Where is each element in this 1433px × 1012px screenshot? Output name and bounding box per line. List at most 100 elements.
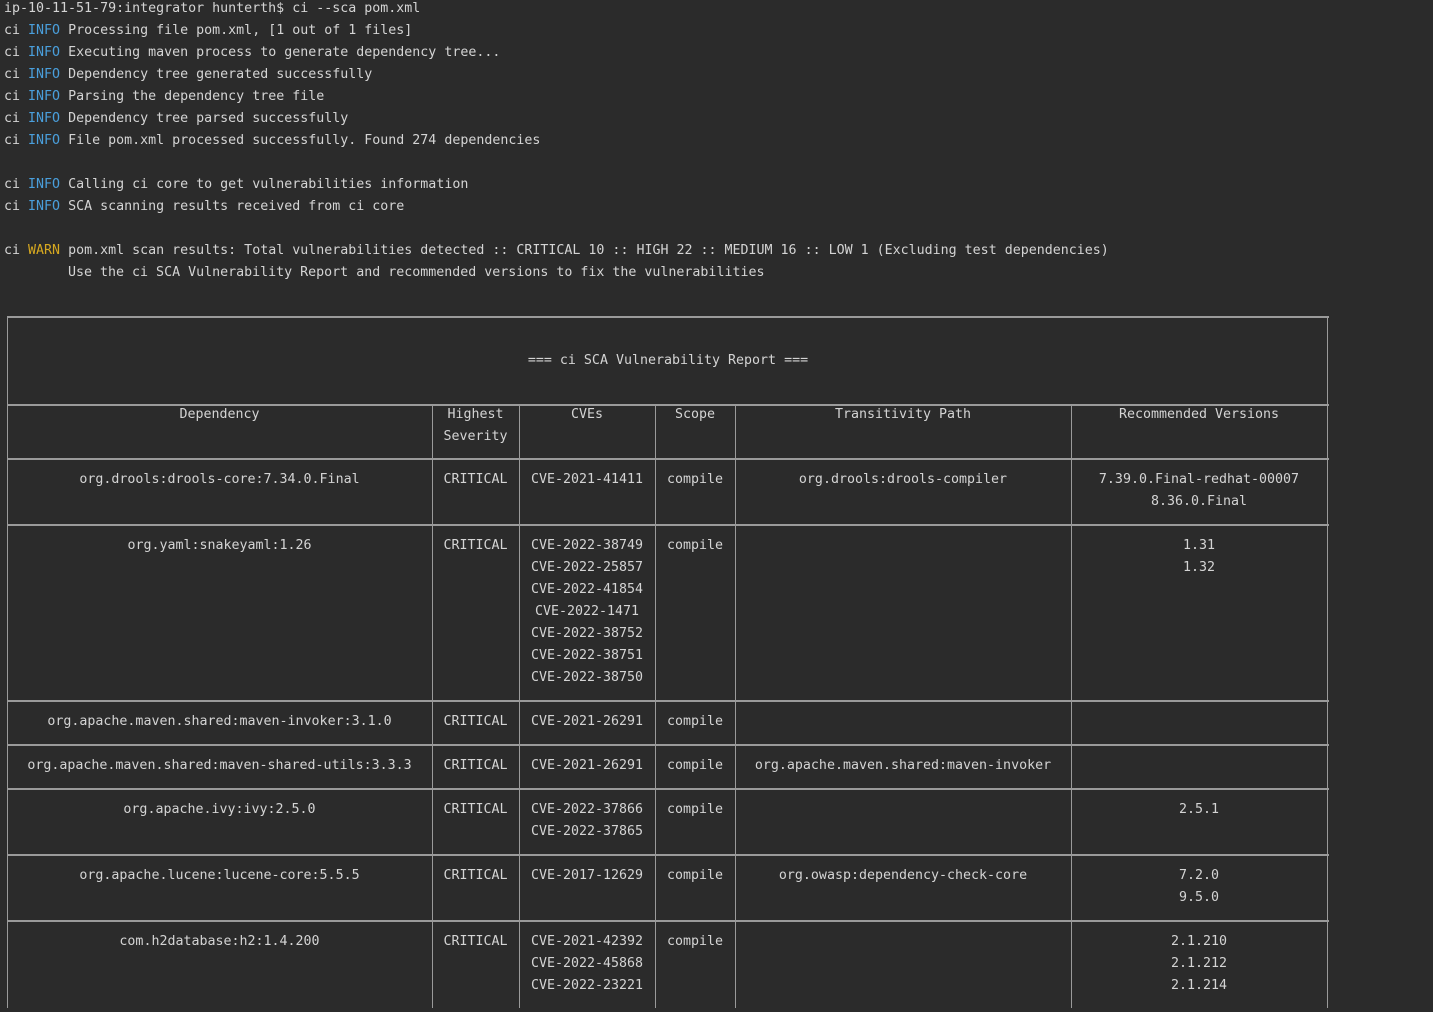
table-right-border <box>1327 316 1328 405</box>
log-prefix: ci <box>4 45 29 60</box>
log-line: ci INFO Processing file pom.xml, [1 out … <box>4 20 412 42</box>
scope-cell: compile <box>666 934 724 949</box>
log-level-info: INFO <box>28 67 61 82</box>
severity-cell: CRITICAL <box>443 714 508 729</box>
scope-cell: compile <box>666 868 724 883</box>
log-prefix: ci <box>4 67 29 82</box>
log-prefix: ci <box>4 23 29 38</box>
column-divider <box>1327 920 1328 1008</box>
column-divider <box>1327 854 1328 920</box>
log-level-warn: WARN <box>28 243 61 258</box>
cve-cell: CVE-2022-38751 <box>530 648 644 663</box>
log-line: ci INFO Executing maven process to gener… <box>4 42 500 64</box>
cve-cell: CVE-2021-41411 <box>530 472 644 487</box>
column-divider <box>1071 744 1072 788</box>
column-divider <box>655 854 656 920</box>
cve-cell: CVE-2022-41854 <box>530 582 644 597</box>
column-divider <box>735 524 736 700</box>
column-divider <box>1071 788 1072 854</box>
log-level-info: INFO <box>28 111 61 126</box>
log-message: Dependency tree parsed successfully <box>60 111 349 126</box>
cve-cell: CVE-2021-42392 <box>530 934 644 949</box>
column-divider <box>519 854 520 920</box>
log-message: SCA scanning results received from ci co… <box>60 199 405 214</box>
severity-cell: CRITICAL <box>443 758 508 773</box>
log-message: pom.xml scan results: Total vulnerabilit… <box>60 243 1109 258</box>
cve-cell: CVE-2022-37865 <box>530 824 644 839</box>
row-separator <box>7 920 1329 922</box>
recommended-version-cell: 2.5.1 <box>1178 802 1220 817</box>
scope-cell: compile <box>666 472 724 487</box>
recommended-version-cell: 7.2.0 <box>1178 868 1220 883</box>
log-prefix: ci <box>4 111 29 126</box>
recommended-version-cell: 1.31 <box>1182 538 1216 553</box>
log-level-info: INFO <box>28 45 61 60</box>
dependency-cell: com.h2database:h2:1.4.200 <box>119 934 320 949</box>
row-separator <box>7 744 1329 746</box>
header-dependency: Dependency <box>179 407 260 422</box>
log-line: ci INFO SCA scanning results received fr… <box>4 196 404 218</box>
column-divider <box>1071 700 1072 744</box>
cve-cell: CVE-2022-25857 <box>530 560 644 575</box>
row-separator <box>7 524 1329 526</box>
dependency-cell: org.apache.maven.shared:maven-invoker:3.… <box>47 714 392 729</box>
column-divider <box>1327 458 1328 524</box>
header-scope: Scope <box>674 407 716 422</box>
column-divider <box>735 854 736 920</box>
column-divider <box>432 788 433 854</box>
header-recommended-versions: Recommended Versions <box>1118 407 1280 422</box>
header-transitivity-path: Transitivity Path <box>834 407 972 422</box>
column-divider <box>7 854 8 920</box>
column-divider <box>432 854 433 920</box>
dependency-cell: org.apache.ivy:ivy:2.5.0 <box>123 802 316 817</box>
cve-cell: CVE-2022-23221 <box>530 978 644 993</box>
transitivity-path-cell: org.apache.maven.shared:maven-invoker <box>754 758 1052 773</box>
dependency-cell: org.apache.lucene:lucene-core:5.5.5 <box>79 868 360 883</box>
log-line: ci INFO Dependency tree generated succes… <box>4 64 372 86</box>
terminal-window[interactable]: ip-10-11-51-79:integrator hunterth$ ci -… <box>0 0 1433 1012</box>
severity-cell: CRITICAL <box>443 802 508 817</box>
column-divider <box>7 788 8 854</box>
scope-cell: compile <box>666 758 724 773</box>
log-level-info: INFO <box>28 199 61 214</box>
column-divider <box>735 920 736 1008</box>
log-line: ci INFO Calling ci core to get vulnerabi… <box>4 174 468 196</box>
column-divider <box>735 700 736 744</box>
column-divider <box>655 788 656 854</box>
header-cves: CVEs <box>570 407 604 422</box>
severity-cell: CRITICAL <box>443 472 508 487</box>
column-divider <box>1327 700 1328 744</box>
log-prefix: ci <box>4 133 29 148</box>
cve-cell: CVE-2022-37866 <box>530 802 644 817</box>
log-message: Parsing the dependency tree file <box>60 89 325 104</box>
cve-cell: CVE-2022-1471 <box>534 604 640 619</box>
recommended-version-cell: 9.5.0 <box>1178 890 1220 905</box>
transitivity-path-cell: org.owasp:dependency-check-core <box>778 868 1028 883</box>
table-left-border <box>7 316 8 405</box>
severity-cell: CRITICAL <box>443 868 508 883</box>
column-divider <box>432 458 433 524</box>
log-line: ci INFO File pom.xml processed successfu… <box>4 130 540 152</box>
recommended-version-cell: 2.1.210 <box>1170 934 1228 949</box>
recommended-version-cell: 2.1.214 <box>1170 978 1228 993</box>
column-divider <box>7 458 8 524</box>
log-message: Executing maven process to generate depe… <box>60 45 501 60</box>
cve-cell: CVE-2022-38750 <box>530 670 644 685</box>
column-divider <box>1327 788 1328 854</box>
row-separator <box>7 700 1329 702</box>
recommended-version-cell: 2.1.212 <box>1170 956 1228 971</box>
recommended-version-cell: 1.32 <box>1182 560 1216 575</box>
cve-cell: CVE-2022-38749 <box>530 538 644 553</box>
scope-cell: compile <box>666 802 724 817</box>
table-top-border <box>7 316 1329 318</box>
cve-cell: CVE-2022-38752 <box>530 626 644 641</box>
log-line: ci INFO Parsing the dependency tree file <box>4 86 324 108</box>
header-highest: Highest <box>447 407 504 422</box>
log-prefix: ci <box>4 199 29 214</box>
header-severity: Severity <box>443 429 508 444</box>
severity-cell: CRITICAL <box>443 538 508 553</box>
severity-cell: CRITICAL <box>443 934 508 949</box>
log-level-info: INFO <box>28 89 61 104</box>
cve-cell: CVE-2021-26291 <box>530 758 644 773</box>
scope-cell: compile <box>666 714 724 729</box>
